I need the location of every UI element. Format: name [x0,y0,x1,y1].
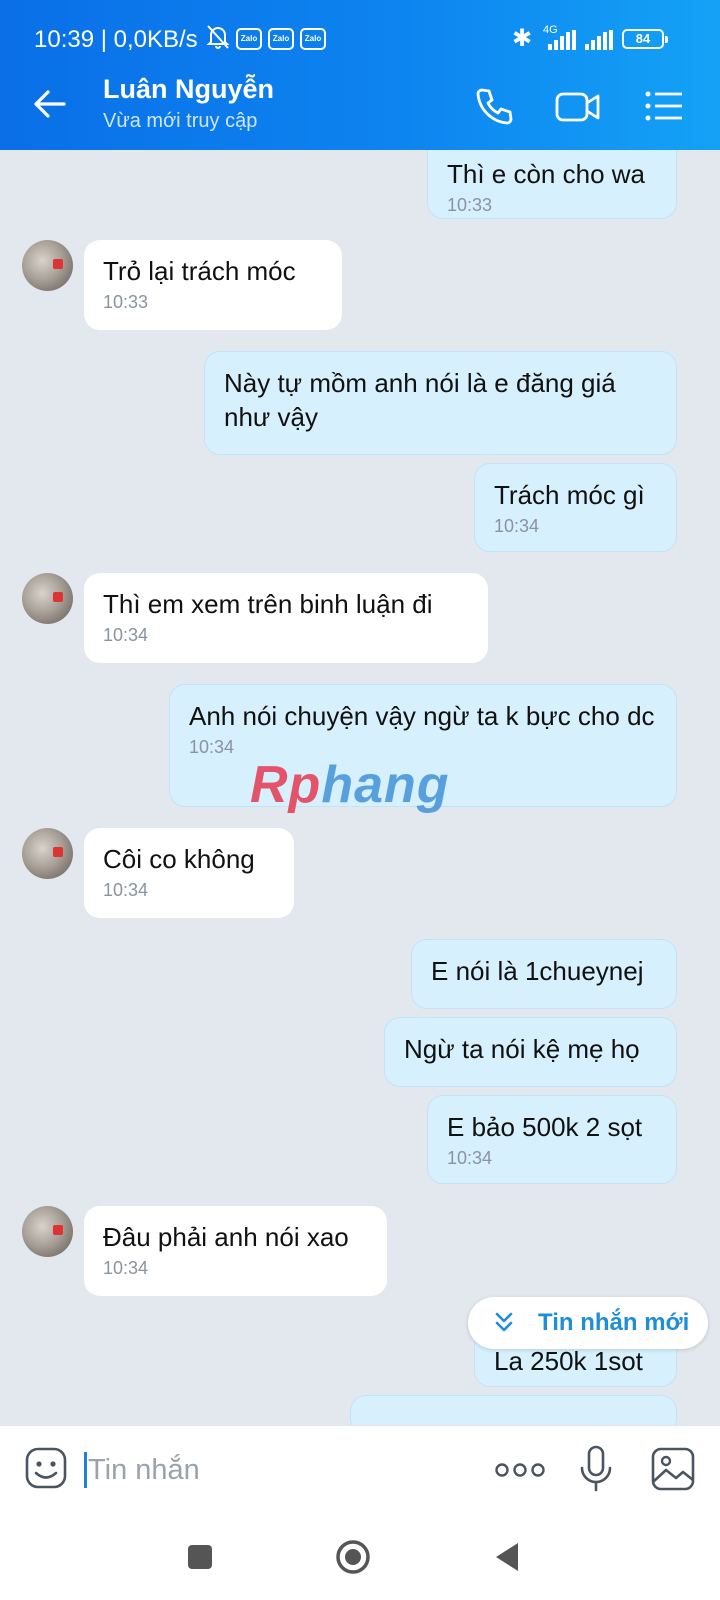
zalo-notification-icon: Zalo [268,28,294,50]
top-bar: 10:39 | 0,0KB/s Zalo Zalo Zalo ✱ 4G 84 L… [0,0,720,150]
back-triangle-icon[interactable] [488,1537,528,1577]
message-text: Trách móc gì [494,480,645,510]
bluetooth-icon: ✱ [512,25,533,52]
back-arrow-icon[interactable] [30,84,70,124]
message-outgoing[interactable]: Ngừ ta nói kệ mẹ họ [384,1017,677,1087]
message-text: E bảo 500k 2 sọt [447,1112,643,1142]
message-time: 10:34 [447,1148,493,1168]
contact-avatar[interactable] [22,1206,73,1257]
signal-icon [585,30,613,50]
message-text: Ngừ ta nói kệ mẹ họ [404,1034,640,1064]
android-navigation-bar [0,1515,720,1600]
message-outgoing[interactable]: Thì e còn cho wa 10:33 [427,150,677,219]
message-text: Này tự mồm anh nói là e đăng giá như vậy [224,368,616,432]
chat-area[interactable]: Thì e còn cho wa 10:33 Trỏ lại trách móc… [0,150,720,1425]
status-bar: 10:39 | 0,0KB/s Zalo Zalo Zalo ✱ 4G 84 [0,0,720,62]
menu-list-icon[interactable] [642,84,686,128]
message-outgoing[interactable]: E nói là 1chueynej [411,939,677,1009]
contact-name[interactable]: Luân Nguyễn [103,74,274,105]
new-messages-button[interactable]: Tin nhắn mới [468,1297,708,1349]
zalo-notification-icon: Zalo [300,28,326,50]
message-time: 10:33 [103,292,149,312]
new-messages-label: Tin nhắn mới [538,1309,690,1336]
signal-icon [548,30,576,50]
video-call-icon[interactable] [554,84,602,128]
message-text: Thì em xem trên binh luận đi [103,589,433,619]
muted-bell-icon [206,25,230,49]
contact-avatar[interactable] [22,573,73,624]
message-incoming[interactable]: Côi co không 10:34 [84,828,294,918]
double-chevron-down-icon [495,1312,513,1332]
message-outgoing[interactable]: Trách móc gì 10:34 [474,463,677,552]
message-time: 10:34 [103,625,149,645]
message-text: E nói là 1chueynej [431,956,644,986]
message-text: Anh nói chuyện vậy ngừ ta k bực cho dc [189,701,655,731]
message-outgoing[interactable] [350,1395,677,1425]
text-caret [84,1452,87,1488]
status-time: 10:39 | 0,0KB/s [34,26,198,53]
message-time: 10:34 [103,1258,149,1278]
message-time: 10:33 [447,195,493,215]
message-text: Trỏ lại trách móc [103,256,296,286]
message-text: Đâu phải anh nói xao [103,1222,349,1252]
microphone-icon[interactable] [578,1444,614,1494]
zalo-notification-icon: Zalo [236,28,262,50]
message-outgoing[interactable]: E bảo 500k 2 sọt 10:34 [427,1095,677,1184]
contact-avatar[interactable] [22,828,73,879]
message-input[interactable] [88,1448,468,1492]
watermark-logo: Rphang [250,756,450,814]
image-gallery-icon[interactable] [650,1446,696,1492]
more-options-icon[interactable] [495,1462,545,1478]
message-time: 10:34 [494,516,540,536]
message-incoming[interactable]: Trỏ lại trách móc 10:33 [84,240,342,330]
home-icon[interactable] [333,1537,373,1577]
message-text: Thì e còn cho wa [447,159,645,189]
contact-status: Vừa mới truy cập [103,110,258,132]
message-outgoing[interactable]: Này tự mồm anh nói là e đăng giá như vậy [204,351,677,455]
message-input-bar [0,1425,720,1515]
message-text: Côi co không [103,844,255,874]
sticker-emoji-icon[interactable] [24,1446,68,1490]
recent-apps-icon[interactable] [180,1537,220,1577]
message-time: 10:34 [103,880,149,900]
contact-avatar[interactable] [22,240,73,291]
phone-call-icon[interactable] [472,84,516,128]
battery-icon: 84 [622,29,668,49]
message-incoming[interactable]: Thì em xem trên binh luận đi 10:34 [84,573,488,663]
chat-header: Luân Nguyễn Vừa mới truy cập [0,62,720,150]
message-incoming[interactable]: Đâu phải anh nói xao 10:34 [84,1206,387,1296]
